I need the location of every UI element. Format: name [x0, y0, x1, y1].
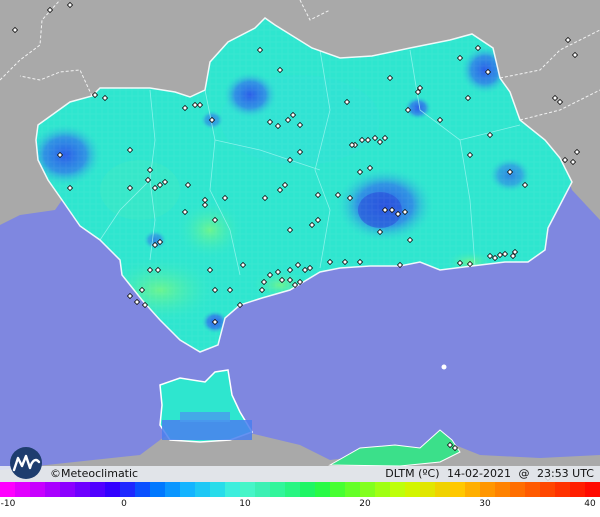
color-scale-bar — [0, 482, 600, 497]
alboran-island-marker — [441, 364, 447, 370]
meteoclimatic-logo-icon[interactable] — [6, 446, 46, 480]
scale-swatch — [300, 482, 315, 497]
map-metadata: DLTM (ºC) 14-02-2021 @ 23:53 UTC — [381, 467, 594, 480]
scale-swatch — [555, 482, 570, 497]
scale-swatch — [450, 482, 465, 497]
scale-swatch — [435, 482, 450, 497]
map-root: ©Meteoclimatic DLTM (ºC) 14-02-2021 @ 23… — [0, 0, 600, 517]
scale-swatch — [510, 482, 525, 497]
scale-swatch — [240, 482, 255, 497]
scale-tick: 30 — [479, 499, 491, 509]
brand-name: Meteoclimatic — [61, 467, 139, 480]
brand-credit[interactable]: ©Meteoclimatic — [50, 467, 138, 480]
scale-swatch — [90, 482, 105, 497]
scale-swatch — [390, 482, 405, 497]
scale-swatch — [465, 482, 480, 497]
scale-swatch — [330, 482, 345, 497]
scale-tick: 20 — [359, 499, 371, 509]
scale-swatch — [345, 482, 360, 497]
scale-swatch — [540, 482, 555, 497]
scale-swatch — [75, 482, 90, 497]
scale-tick: 40 — [584, 499, 596, 509]
scale-swatch — [360, 482, 375, 497]
color-scale-legend: -10 0 10 20 30 40 — [0, 482, 600, 517]
scale-swatch — [180, 482, 195, 497]
scale-tick: 10 — [239, 499, 251, 509]
map-date: 14-02-2021 — [447, 467, 511, 480]
scale-swatch — [105, 482, 120, 497]
scale-swatch — [150, 482, 165, 497]
scale-swatch — [585, 482, 600, 497]
scale-swatch — [120, 482, 135, 497]
scale-swatch — [45, 482, 60, 497]
scale-swatch — [375, 482, 390, 497]
scale-swatch — [495, 482, 510, 497]
scale-swatch — [15, 482, 30, 497]
scale-swatch — [405, 482, 420, 497]
scale-swatch — [135, 482, 150, 497]
scale-swatch — [255, 482, 270, 497]
map-time: 23:53 UTC — [536, 467, 594, 480]
scale-swatch — [30, 482, 45, 497]
scale-swatch — [525, 482, 540, 497]
variable-label: DLTM (ºC) — [385, 467, 440, 480]
scale-swatch — [480, 482, 495, 497]
at-symbol: @ — [518, 467, 530, 480]
scale-tick: -10 — [0, 499, 16, 509]
temperature-map[interactable] — [0, 0, 600, 482]
scale-swatch — [195, 482, 210, 497]
scale-swatch — [570, 482, 585, 497]
scale-swatch — [315, 482, 330, 497]
copyright-symbol: © — [50, 467, 61, 480]
scale-swatch — [420, 482, 435, 497]
scale-swatch — [285, 482, 300, 497]
scale-swatch — [165, 482, 180, 497]
scale-swatch — [225, 482, 240, 497]
scale-swatch — [0, 482, 15, 497]
scale-tick: 0 — [121, 499, 127, 509]
scale-swatch — [210, 482, 225, 497]
scale-swatch — [270, 482, 285, 497]
scale-swatch — [60, 482, 75, 497]
